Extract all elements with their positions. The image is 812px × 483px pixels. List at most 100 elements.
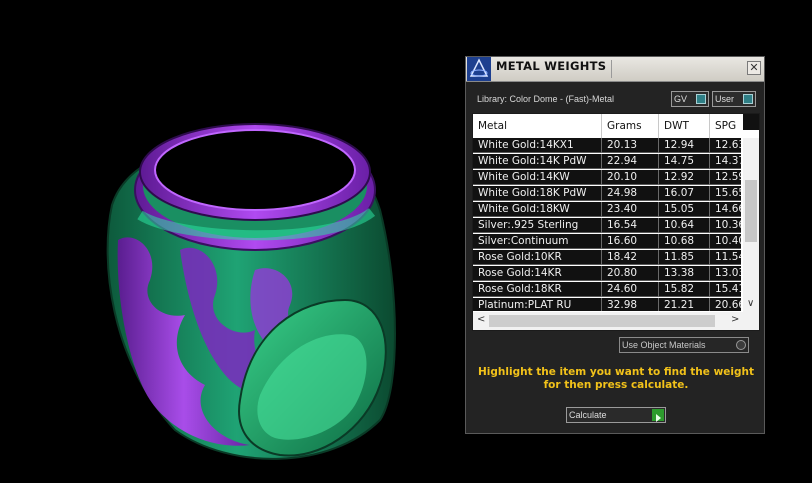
scroll-right-arrow-icon[interactable]: > <box>731 314 739 325</box>
horizontal-scrollbar[interactable]: < > <box>473 312 759 330</box>
column-header-dwt[interactable]: DWT <box>664 120 689 132</box>
table-row[interactable]: Rose Gold:18KR 24.60 15.82 15.41 <box>473 282 741 297</box>
column-divider[interactable] <box>601 114 602 138</box>
table-row[interactable]: Rose Gold:14KR 20.80 13.38 13.03 <box>473 266 741 281</box>
metal-cell: Rose Gold:14KR <box>478 267 562 279</box>
grams-cell: 22.94 <box>607 155 638 167</box>
cell-divider <box>658 138 659 153</box>
vertical-scrollbar[interactable]: ∨ <box>743 138 759 312</box>
column-divider[interactable] <box>658 114 659 138</box>
table-row[interactable]: Rose Gold:10KR 18.42 11.85 11.54 <box>473 250 741 265</box>
metal-cell: Rose Gold:18KR <box>478 283 562 295</box>
library-label: Library: Color Dome - (Fast)-Metal <box>477 94 615 104</box>
calculate-button-label: Calculate <box>569 410 607 420</box>
grams-cell: 24.60 <box>607 283 638 295</box>
grams-cell: 18.42 <box>607 251 638 263</box>
cell-divider <box>709 218 710 233</box>
metal-cell: White Gold:18KW <box>478 203 570 215</box>
spg-cell: 11.54 <box>715 251 741 263</box>
close-icon: ✕ <box>749 61 759 74</box>
table-row[interactable]: White Gold:18K PdW 24.98 16.07 15.65 <box>473 186 741 201</box>
calculate-button[interactable]: Calculate <box>566 407 666 423</box>
dwt-cell: 15.05 <box>664 203 695 215</box>
dwt-cell: 14.75 <box>664 155 695 167</box>
cell-divider <box>658 202 659 217</box>
metal-weights-panel: METAL WEIGHTS ✕ Library: Color Dome - (F… <box>465 56 765 434</box>
cell-divider <box>709 234 710 249</box>
metal-cell: Silver:.925 Sterling <box>478 219 579 231</box>
grams-cell: 32.98 <box>607 299 638 311</box>
cell-divider <box>709 282 710 297</box>
metal-cell: White Gold:14KX1 <box>478 139 574 151</box>
cell-divider <box>658 170 659 185</box>
grams-cell: 23.40 <box>607 203 638 215</box>
spg-cell: 20.66 <box>715 299 741 311</box>
cell-divider <box>658 234 659 249</box>
table-header: Metal Grams DWT SPG <box>473 114 759 138</box>
cell-divider <box>709 154 710 169</box>
spg-cell: 13.03 <box>715 267 741 279</box>
column-header-spg[interactable]: SPG <box>715 120 736 132</box>
table-row[interactable]: Silver:Continuum 16.60 10.68 10.40 <box>473 234 741 249</box>
grams-cell: 20.13 <box>607 139 638 151</box>
scroll-down-arrow-icon[interactable]: ∨ <box>747 298 754 309</box>
metal-cell: Silver:Continuum <box>478 235 569 247</box>
table-row[interactable]: White Gold:18KW 23.40 15.05 14.66 <box>473 202 741 217</box>
table-row[interactable]: White Gold:14KX1 20.13 12.94 12.63 <box>473 138 741 153</box>
grams-cell: 16.54 <box>607 219 638 231</box>
user-toggle[interactable]: User <box>712 91 756 107</box>
grams-cell: 20.80 <box>607 267 638 279</box>
cell-divider <box>658 186 659 201</box>
close-button[interactable]: ✕ <box>747 61 761 75</box>
use-object-materials-label: Use Object Materials <box>622 340 706 350</box>
column-header-grams[interactable]: Grams <box>607 120 642 132</box>
cell-divider <box>658 298 659 311</box>
cell-divider <box>658 218 659 233</box>
cell-divider <box>709 138 710 153</box>
metal-table: Metal Grams DWT SPG White Gold:14KX1 20.1… <box>472 113 760 331</box>
column-divider[interactable] <box>709 114 710 138</box>
vertical-scroll-thumb[interactable] <box>745 180 757 242</box>
table-row[interactable]: White Gold:14K PdW 22.94 14.75 14.37 <box>473 154 741 169</box>
title-divider <box>611 60 612 78</box>
dwt-cell: 12.92 <box>664 171 695 183</box>
dwt-cell: 13.38 <box>664 267 695 279</box>
table-row[interactable]: White Gold:14KW 20.10 12.92 12.59 <box>473 170 741 185</box>
cell-divider <box>601 234 602 249</box>
window-title: METAL WEIGHTS <box>496 59 607 73</box>
column-header-metal[interactable]: Metal <box>478 120 507 132</box>
cell-divider <box>601 298 602 311</box>
cell-divider <box>709 266 710 281</box>
gv-toggle-knob <box>696 94 706 104</box>
cell-divider <box>709 202 710 217</box>
cell-divider <box>601 202 602 217</box>
spg-cell: 10.36 <box>715 219 741 231</box>
dwt-cell: 10.68 <box>664 235 695 247</box>
table-row[interactable]: Silver:.925 Sterling 16.54 10.64 10.36 <box>473 218 741 233</box>
use-object-materials-radio[interactable] <box>736 340 746 350</box>
cell-divider <box>709 170 710 185</box>
user-toggle-label: User <box>715 94 735 104</box>
grams-cell: 20.10 <box>607 171 638 183</box>
cell-divider <box>601 154 602 169</box>
spg-cell: 10.40 <box>715 235 741 247</box>
table-row[interactable]: Platinum:PLAT RU 32.98 21.21 20.66 <box>473 298 741 311</box>
cell-divider <box>658 266 659 281</box>
metal-cell: White Gold:14KW <box>478 171 570 183</box>
gv-toggle[interactable]: GV <box>671 91 709 107</box>
title-bar[interactable]: METAL WEIGHTS ✕ <box>466 57 764 82</box>
play-icon <box>652 409 664 422</box>
dwt-cell: 15.82 <box>664 283 695 295</box>
cell-divider <box>658 154 659 169</box>
use-object-materials-option[interactable]: Use Object Materials <box>619 337 749 353</box>
cell-divider <box>601 186 602 201</box>
grams-cell: 24.98 <box>607 187 638 199</box>
dwt-cell: 12.94 <box>664 139 695 151</box>
table-body: White Gold:14KX120.1312.9412.63White Gol… <box>473 138 741 311</box>
cell-divider <box>709 298 710 311</box>
horizontal-scroll-thumb[interactable] <box>489 315 715 327</box>
scroll-left-arrow-icon[interactable]: < <box>477 314 485 325</box>
spg-cell: 14.66 <box>715 203 741 215</box>
user-toggle-knob <box>743 94 753 104</box>
spg-cell: 12.59 <box>715 171 741 183</box>
